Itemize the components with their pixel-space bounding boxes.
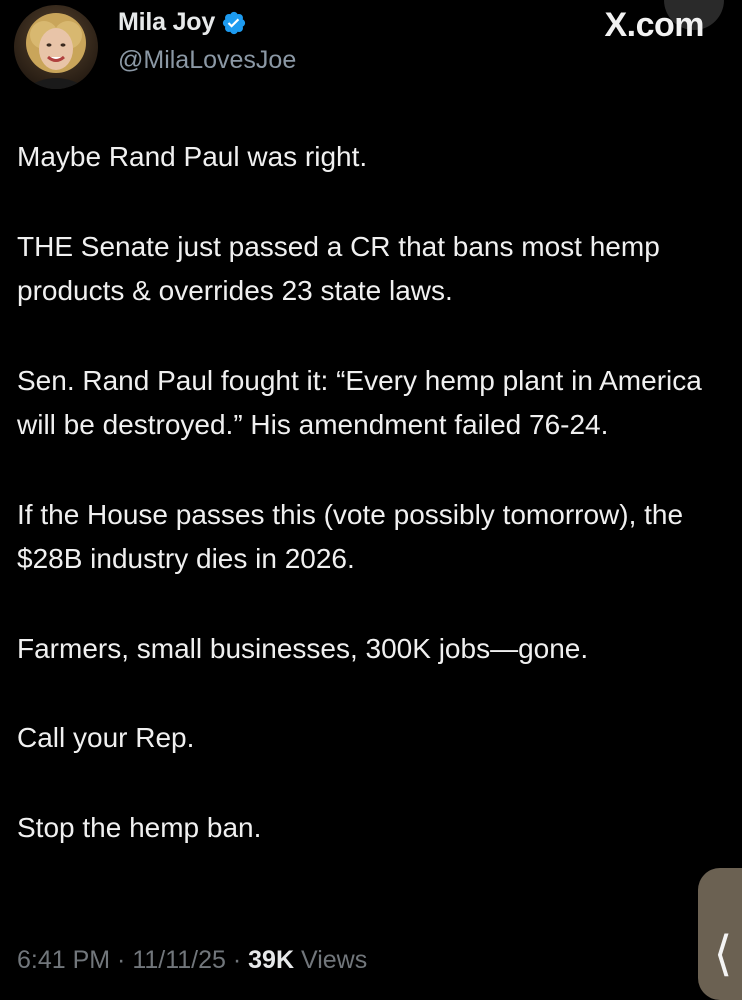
tweet-time[interactable]: 6:41 PM bbox=[17, 946, 110, 974]
tweet-paragraph: Sen. Rand Paul fought it: “Every hemp pl… bbox=[17, 364, 702, 441]
tweet-paragraph: Call your Rep. bbox=[17, 722, 195, 753]
meta-separator: · bbox=[225, 946, 249, 974]
author-display-name[interactable]: Mila Joy bbox=[118, 8, 215, 37]
profile-photo-icon bbox=[24, 13, 88, 89]
views-count[interactable]: 39K bbox=[248, 946, 294, 974]
tweet-paragraph: Farmers, small businesses, 300K jobs—gon… bbox=[17, 632, 589, 664]
avatar[interactable] bbox=[14, 5, 98, 89]
tweet-date[interactable]: 11/11/25 bbox=[132, 946, 226, 974]
author-name-row: Mila Joy bbox=[118, 8, 247, 37]
verified-badge-icon bbox=[221, 10, 247, 36]
author-handle[interactable]: @MilaLovesJoe bbox=[118, 46, 296, 75]
views-label: Views bbox=[294, 946, 368, 974]
site-watermark: X.com bbox=[604, 6, 704, 44]
tweet-paragraph: If the House passes this (vote possibly … bbox=[17, 498, 684, 575]
tweet-text: Maybe Rand Paul was right. THE Senate ju… bbox=[17, 135, 717, 895]
tweet-meta: 6:41 PM · 11/11/25 · 39K Views bbox=[17, 946, 367, 975]
tweet-paragraph: Maybe Rand Paul was right. bbox=[17, 141, 368, 172]
side-panel-handle[interactable]: ⟨ bbox=[698, 868, 742, 1000]
chevron-left-icon: ⟨ bbox=[713, 926, 733, 982]
tweet-paragraph: Stop the hemp ban. bbox=[17, 811, 262, 843]
tweet-paragraph: THE Senate just passed a CR that bans mo… bbox=[17, 230, 660, 307]
meta-separator: · bbox=[110, 946, 133, 974]
